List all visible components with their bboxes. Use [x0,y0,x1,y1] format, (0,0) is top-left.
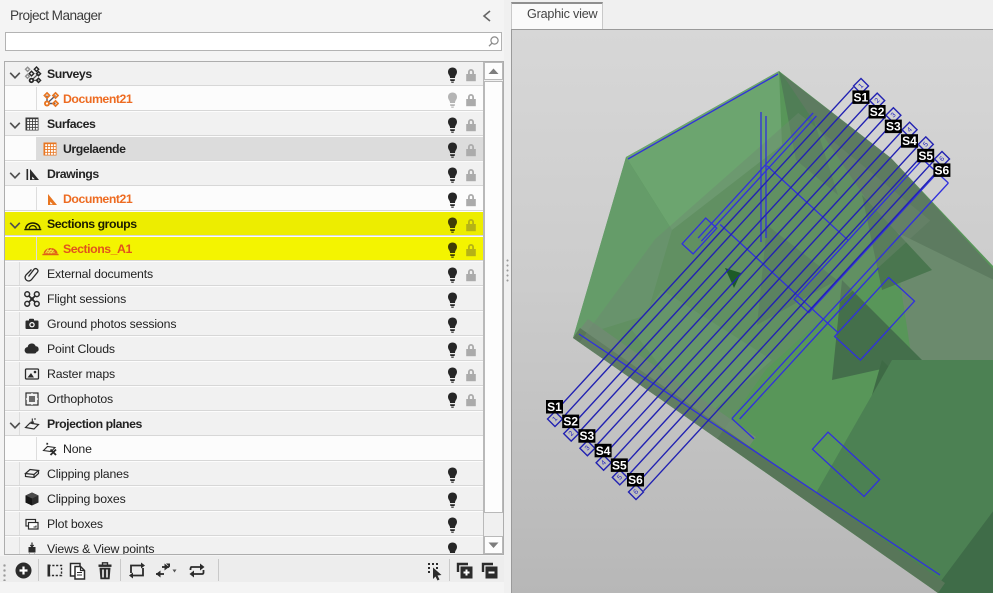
svg-text:S4: S4 [596,444,611,458]
svg-text:S2: S2 [870,105,885,119]
svg-text:S2: S2 [563,415,578,429]
svg-text:S6: S6 [628,473,643,487]
svg-text:S4: S4 [902,134,917,148]
svg-text:S1: S1 [547,400,562,414]
svg-text:S1: S1 [854,90,869,104]
svg-text:S3: S3 [580,429,595,443]
svg-text:S3: S3 [886,120,901,134]
svg-text:S6: S6 [935,163,950,177]
svg-text:S5: S5 [918,149,933,163]
svg-text:S5: S5 [612,458,627,472]
